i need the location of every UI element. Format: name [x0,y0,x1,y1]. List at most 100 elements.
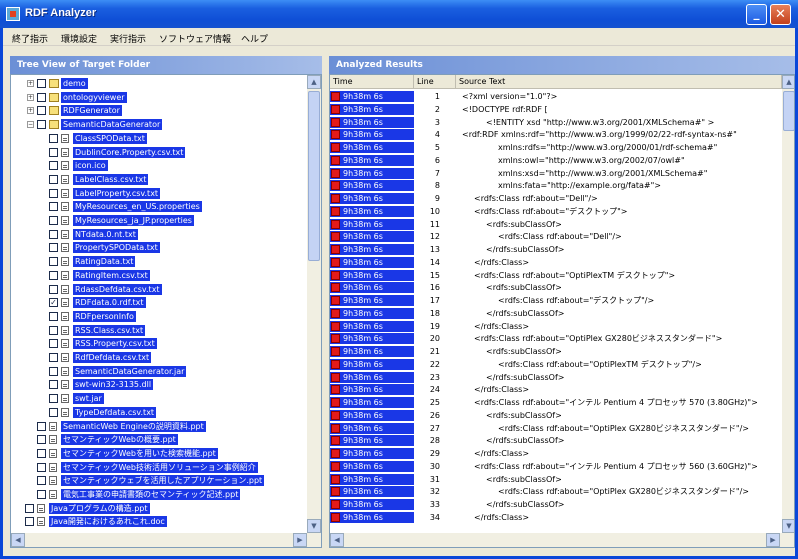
tree-item[interactable]: LabelClass.csv.txt [11,173,307,185]
close-button[interactable]: ✕ [770,4,791,25]
tree-item-checkbox[interactable] [49,257,58,267]
result-row[interactable]: 9h38m 6s 26 <rdfs:subClassOf> [330,409,782,421]
menu-help[interactable]: ヘルプ [241,32,268,45]
tree-horizontal-scrollbar[interactable]: ◀ ▶ [11,533,321,547]
tree-item[interactable]: MyResources_ja_JP.properties [11,215,307,226]
result-row[interactable]: 9h38m 6s 1 <?xml version="1.0"?> [330,91,782,102]
tree-item-checkbox[interactable] [49,380,58,390]
tree-item-checkbox[interactable] [49,394,58,404]
result-row[interactable]: 9h38m 6s 28 </rdfs:subClassOf> [330,435,782,447]
expand-icon[interactable]: + [27,107,34,115]
tree-item[interactable]: SemanticDataGenerator.jar [11,365,307,377]
result-row[interactable]: 9h38m 6s 2 <!DOCTYPE rdf:RDF [ [330,103,782,115]
tree-item-checkbox[interactable] [37,106,46,116]
tree-item-checkbox[interactable] [37,421,46,431]
tree-item[interactable]: + demo [11,78,307,89]
tree-item-checkbox[interactable] [49,202,58,212]
result-row[interactable]: 9h38m 6s 20 <rdfs:Class rdf:about="OptiPle… [330,333,782,345]
scroll-down-icon[interactable]: ▼ [782,519,794,533]
column-header-source-text[interactable]: Source Text [456,75,782,89]
tree-item[interactable]: セマンティックウェブを活用したアプリケーション.ppt [11,475,307,487]
tree-item[interactable]: RatingItem.csv.txt [11,269,307,281]
result-row[interactable]: 9h38m 6s 22 <rdfs:Class rdf:about="OptiPle… [330,358,782,370]
result-row[interactable]: 9h38m 6s 4 <rdf:RDF xmlns:rdf="http://www.… [330,129,782,141]
tree-item-checkbox[interactable] [49,216,58,225]
tree-item-checkbox[interactable] [37,448,46,458]
result-row[interactable]: 9h38m 6s 17 <rdfs:Class rdf:about="デスクトップ"… [330,295,782,306]
results-table[interactable]: Time Line Source Text ▲ ▼ ◀ ▶ 9h38m 6s 1 <… [329,74,795,548]
tree-item-checkbox[interactable] [49,229,58,239]
result-row[interactable]: 9h38m 6s 12 <rdfs:Class rdf:about="Dell"/> [330,231,782,243]
tree-item-checkbox[interactable] [25,517,34,527]
tree-item[interactable]: swt.jar [11,393,307,405]
minimize-button[interactable]: _ [746,4,767,25]
tree-item-checkbox[interactable] [49,325,58,335]
tree-item[interactable]: TypeDefdata.csv.txt [11,406,307,418]
tree-item-checkbox[interactable] [49,243,58,253]
tree-item-checkbox[interactable] [49,270,58,280]
result-row[interactable]: 9h38m 6s 8 xmlns:fata="http://example.org/… [330,180,782,192]
results-horizontal-scrollbar[interactable]: ◀ ▶ [330,533,794,547]
result-row[interactable]: 9h38m 6s 16 <rdfs:subClassOf> [330,282,782,294]
tree-item[interactable]: 電気工事業の申請書類のセマンティック記述.ppt [11,489,307,500]
scroll-right-icon[interactable]: ▶ [766,533,780,547]
result-row[interactable]: 9h38m 6s 10 <rdfs:Class rdf:about="デスクトップ"… [330,205,782,217]
result-row[interactable]: 9h38m 6s 7 xmlns:xsd="http://www.w3.org/20… [330,167,782,179]
result-row[interactable]: 9h38m 6s 13 </rdfs:subClassOf> [330,244,782,255]
tree-item[interactable]: セマンティックWeb技術活用ソリューション事例紹介 [11,461,307,473]
tree-item-checkbox[interactable] [37,120,46,130]
result-row[interactable]: 9h38m 6s 30 <rdfs:Class rdf:about="インテル Pe… [330,460,782,472]
result-row[interactable]: 9h38m 6s 11 <rdfs:subClassOf> [330,218,782,230]
tree-item[interactable]: PropertySPOData.txt [11,242,307,254]
tree-item-checkbox[interactable] [49,366,58,376]
tree-item[interactable]: RdassDefdata.csv.txt [11,283,307,295]
title-bar[interactable]: RDF Analyzer _ ✕ [0,0,798,28]
tree-item-checkbox[interactable] [49,284,58,294]
menu-settings[interactable]: 環境設定 [61,32,97,45]
result-row[interactable]: 9h38m 6s 27 <rdfs:Class rdf:about="OptiPle… [330,422,782,434]
result-row[interactable]: 9h38m 6s 6 xmlns:owl="http://www.w3.org/20… [330,154,782,166]
result-row[interactable]: 9h38m 6s 19 </rdfs:Class> [330,320,782,332]
tree-item[interactable]: + RDFGenerator [11,105,307,117]
results-vertical-scrollbar[interactable]: ▲ ▼ [782,75,794,533]
tree-item[interactable]: セマンティックWebを用いた検索機能.ppt [11,447,307,459]
tree-item[interactable]: RDFpersonInfo [11,310,307,322]
result-row[interactable]: 9h38m 6s 31 <rdfs:subClassOf> [330,473,782,485]
menu-software[interactable]: ソフトウェア情報 [159,32,231,45]
tree-item-checkbox[interactable] [37,435,46,445]
tree-item[interactable]: LabelProperty.csv.txt [11,187,307,199]
result-row[interactable]: 9h38m 6s 9 <rdfs:Class rdf:about="Dell"/> [330,193,782,204]
scroll-up-icon[interactable]: ▲ [307,75,321,89]
tree-item[interactable]: ✓ RDFdata.0.rdf.txt [11,297,307,309]
tree-item-checkbox[interactable] [49,161,58,171]
tree-item-checkbox[interactable] [37,92,46,102]
tree-item-checkbox[interactable] [49,174,58,184]
result-row[interactable]: 9h38m 6s 5 xmlns:rdfs="http://www.w3.org/2… [330,142,782,153]
result-row[interactable]: 9h38m 6s 25 <rdfs:Class rdf:about="インテル Pe… [330,397,782,408]
tree-item[interactable]: RdfDefdata.csv.txt [11,352,307,363]
tree-item[interactable]: − SemanticDataGenerator [11,119,307,131]
result-row[interactable]: 9h38m 6s 29 </rdfs:Class> [330,448,782,459]
tree-item[interactable]: MyResources_en_US.properties [11,201,307,213]
tree-item-checkbox[interactable]: ✓ [49,298,58,308]
tree-item-checkbox[interactable] [49,147,58,157]
result-row[interactable]: 9h38m 6s 15 <rdfs:Class rdf:about="OptiPle… [330,269,782,281]
tree-item-checkbox[interactable] [49,339,58,349]
scroll-down-icon[interactable]: ▼ [307,519,321,533]
tree-item-checkbox[interactable] [37,476,46,486]
result-row[interactable]: 9h38m 6s 32 <rdfs:Class rdf:about="OptiPle… [330,486,782,498]
tree-vertical-scrollbar[interactable]: ▲ ▼ [307,75,321,533]
tree-item-checkbox[interactable] [49,353,58,362]
result-row[interactable]: 9h38m 6s 14 </rdfs:Class> [330,256,782,268]
tree-item-checkbox[interactable] [49,133,58,143]
result-row[interactable]: 9h38m 6s 3 <!ENTITY xsd "http://www.w3.org… [330,116,782,128]
tree-item[interactable]: Javaプログラムの構造.ppt [11,502,307,514]
scroll-right-icon[interactable]: ▶ [293,533,307,547]
scroll-up-icon[interactable]: ▲ [782,75,794,89]
tree-item-checkbox[interactable] [49,311,58,321]
tree-item[interactable]: DublinCore.Property.csv.txt [11,146,307,158]
collapse-icon[interactable]: − [27,121,34,129]
tree-item-checkbox[interactable] [25,503,34,513]
scroll-thumb[interactable] [783,91,794,131]
column-header-time[interactable]: Time [330,75,414,89]
